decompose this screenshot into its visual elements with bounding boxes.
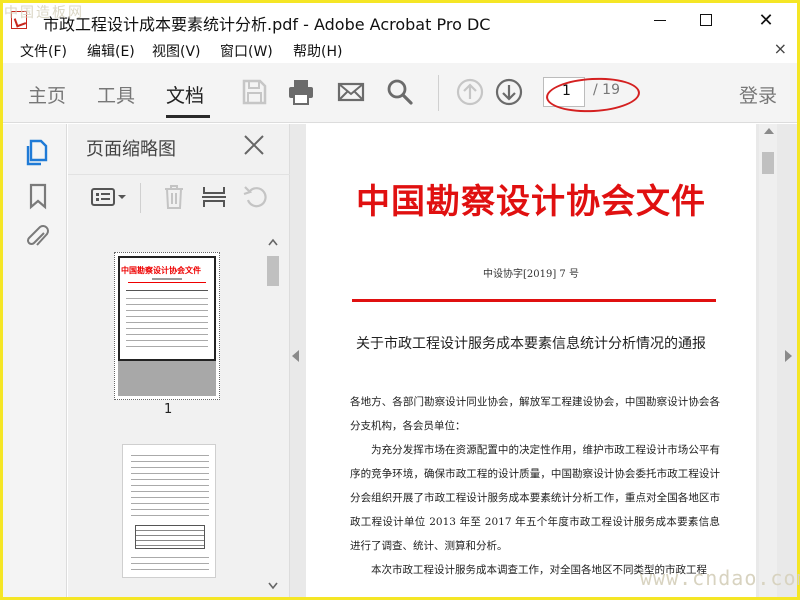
document-number: 中设协字[2019] 7 号 [483,269,579,280]
toolbar-separator [438,75,439,111]
minimize-icon [654,19,666,21]
menu-edit[interactable]: 编辑(E) [87,41,135,61]
email-icon[interactable] [336,77,366,107]
minimize-button[interactable] [637,3,683,37]
thumbnail-page-2[interactable] [122,444,216,578]
thumbnail-2-table [135,525,205,549]
page-down-icon[interactable] [494,77,524,107]
login-link[interactable]: 登录 [739,81,777,108]
thumbnail-page-1[interactable]: 中国勘察设计协会文件 [114,252,220,400]
thumbnails-scrollbar[interactable] [264,232,282,597]
options-icon[interactable] [90,183,128,211]
scroll-up-icon[interactable] [764,128,774,134]
title-bar: 市政工程设计成本要素统计分析.pdf - Adobe Acrobat Pro D… [3,3,797,37]
document-header: 中国勘察设计协会文件 [356,182,706,222]
page-up-icon[interactable] [455,77,485,107]
delete-icon[interactable] [160,183,188,211]
close-window-button[interactable]: ✕ [743,3,789,37]
maximize-button[interactable] [683,3,729,37]
document-page: 中国勘察设计协会文件 中设协字[2019] 7 号 关于市政工程设计服务成本要素… [306,124,756,597]
document-subject: 关于市政工程设计服务成本要素信息统计分析情况的通报 [356,336,706,352]
tab-home[interactable]: 主页 [28,81,66,108]
close-panel-icon[interactable] [242,133,266,157]
document-scrollbar-thumb[interactable] [762,152,774,174]
document-scrollbar[interactable] [759,124,777,597]
menu-help[interactable]: 帮助(H) [293,41,342,61]
thumbnails-toolbar-separator [140,183,141,213]
thumbnails-panel: 页面缩略图 中国勘察设计协会文件 1 [68,124,290,597]
toolbar: 主页 工具 文档 1 / 19 登录 [3,63,797,123]
expand-right-panel-icon[interactable] [785,350,792,362]
document-view[interactable]: 中国勘察设计协会文件 中设协字[2019] 7 号 关于市政工程设计服务成本要素… [290,124,797,597]
tab-document[interactable]: 文档 [166,81,204,108]
menu-bar: 文件(F) 编辑(E) 视图(V) 窗口(W) 帮助(H) × [3,37,797,63]
active-tab-indicator [166,115,210,118]
collapse-left-panel-icon[interactable] [292,350,299,362]
menu-file[interactable]: 文件(F) [20,41,67,61]
watermark-bottom: www.cndao.com [640,566,800,590]
extract-icon[interactable] [200,183,228,211]
save-icon[interactable] [239,77,269,107]
thumbnails-panel-title: 页面缩略图 [86,139,176,160]
search-icon[interactable] [385,77,415,107]
thumbnail-1-viewport[interactable] [118,256,216,361]
scroll-down-icon[interactable] [268,582,278,590]
print-icon[interactable] [286,77,316,107]
rotate-icon[interactable] [242,183,270,211]
document-paragraph: 各地方、各部门勘察设计同业协会，解放军工程建设协会，中国勘察设计协会各分支机构，… [350,396,720,432]
document-header-rule [352,299,716,302]
watermark-top: 中国造板网 [4,5,84,21]
window-title: 市政工程设计成本要素统计分析.pdf - Adobe Acrobat Pro D… [43,15,491,34]
close-document-button[interactable]: × [774,39,787,58]
thumbnail-1-label: 1 [164,402,173,417]
menu-window[interactable]: 窗口(W) [220,41,273,61]
document-paragraph: 为充分发挥市场在资源配置中的决定性作用，维护市政工程设计市场公平有序的竞争环境，… [350,444,720,552]
tab-tools[interactable]: 工具 [97,81,135,108]
menu-view[interactable]: 视图(V) [152,41,201,61]
thumbnails-scrollbar-thumb[interactable] [267,256,279,286]
page-thumbnails-icon[interactable] [25,138,51,166]
maximize-icon [700,14,712,26]
bookmark-icon[interactable] [25,182,51,210]
thumbnail-1-unviewed [118,361,216,396]
scroll-up-icon[interactable] [268,238,278,246]
navigation-rail [3,124,67,597]
attachment-icon[interactable] [25,224,51,252]
thumbnails-toolbar [68,174,290,220]
thumbnails-list: 中国勘察设计协会文件 1 [68,232,290,597]
